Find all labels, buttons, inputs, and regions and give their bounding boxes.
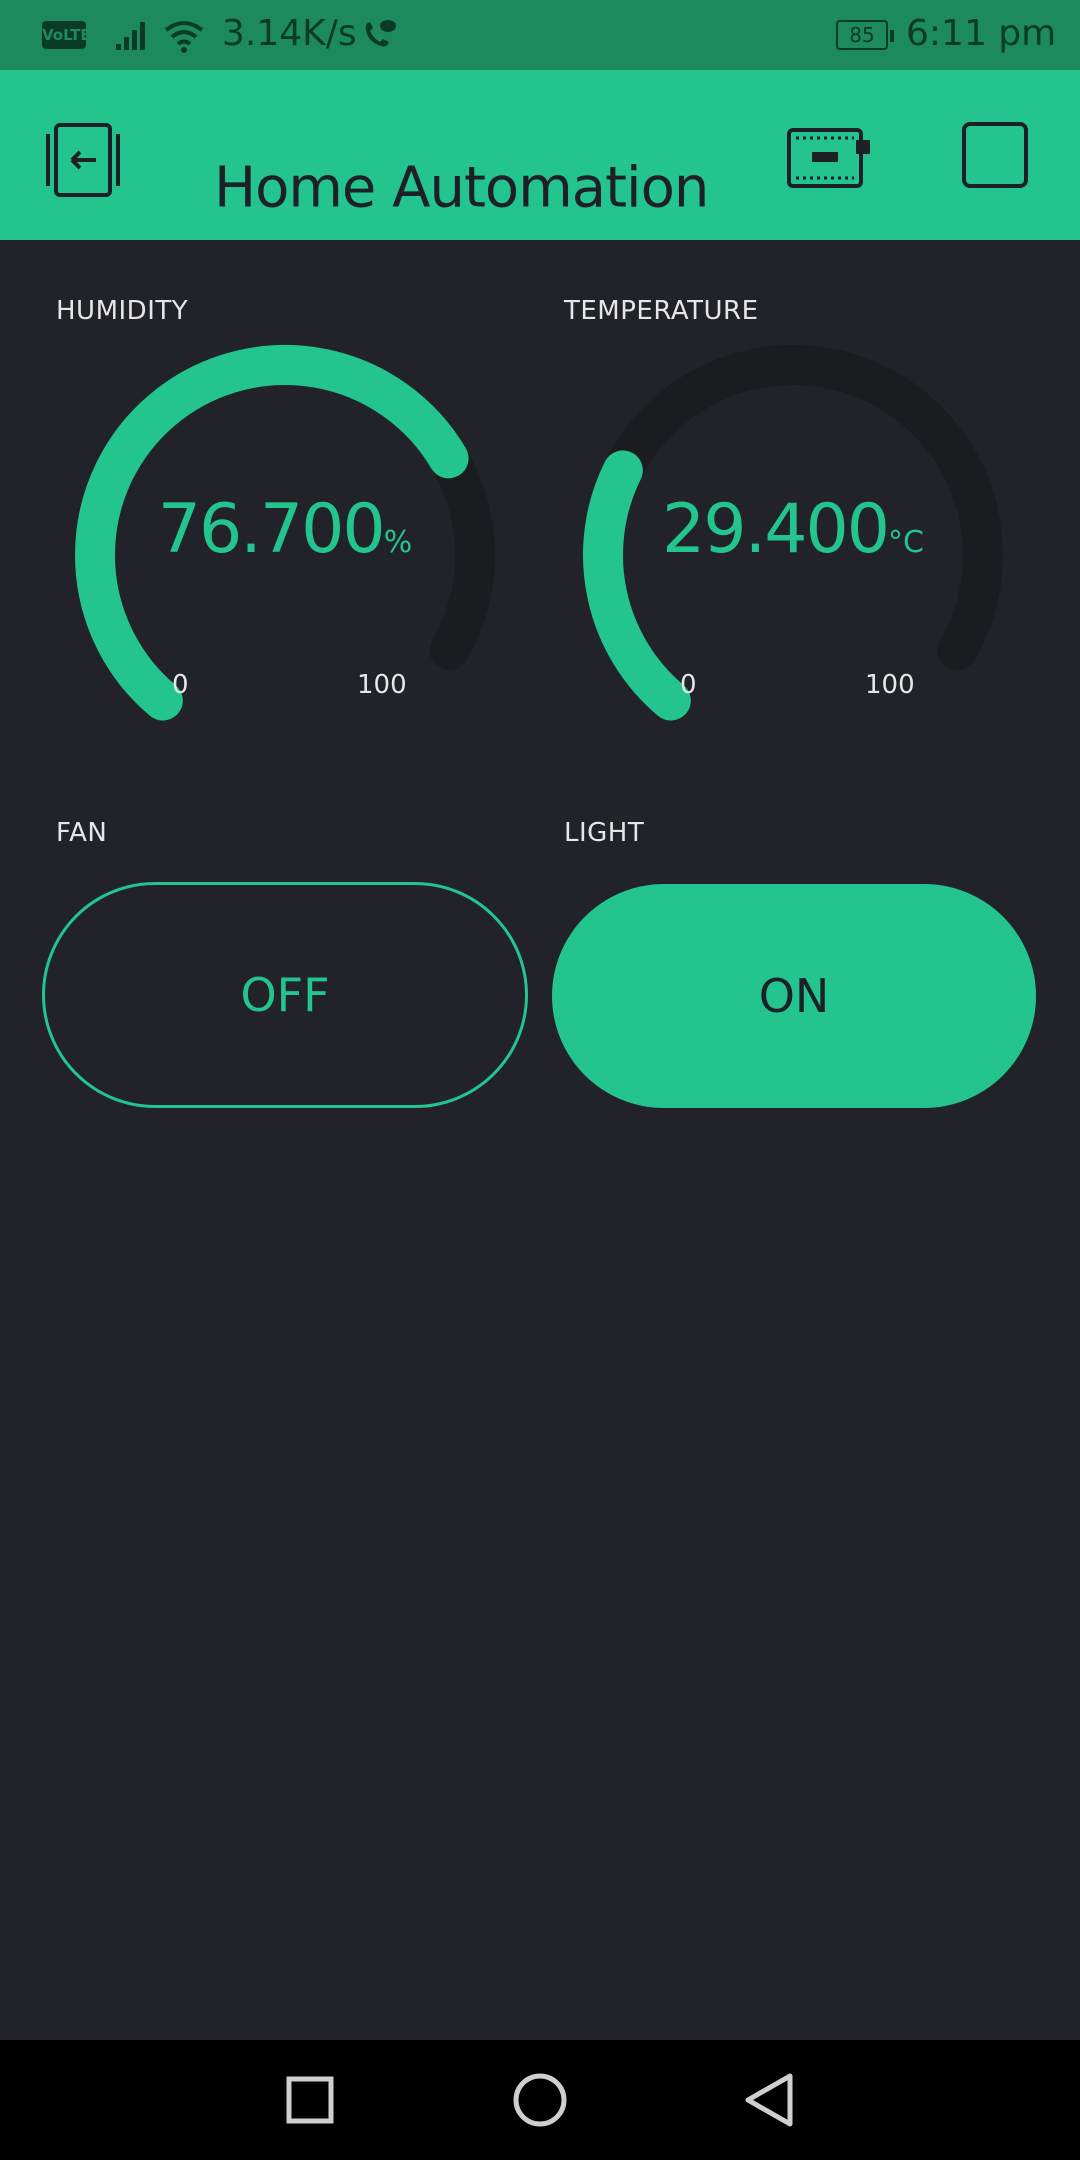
- light-toggle-button[interactable]: ON: [552, 884, 1036, 1108]
- network-speed: 3.14K/s: [222, 13, 357, 54]
- humidity-unit: %: [383, 525, 413, 560]
- volte-icon: VoLTE: [42, 21, 91, 49]
- temperature-gauge: 29.400°C 0 100: [578, 340, 1008, 740]
- temperature-min: 0: [680, 670, 697, 700]
- fan-toggle-button[interactable]: OFF: [42, 882, 528, 1108]
- battery-icon: 85: [836, 20, 894, 50]
- back-icon[interactable]: [710, 2040, 830, 2160]
- signal-icon: [116, 22, 145, 50]
- temperature-value: 29.400°C: [662, 490, 924, 569]
- fan-label: FAN: [56, 818, 108, 848]
- status-bar: VoLTE 3.14K/s 85 6:11 pm: [0, 0, 1080, 70]
- clock: 6:11 pm: [906, 13, 1057, 54]
- recents-icon[interactable]: [250, 2040, 370, 2160]
- temperature-max: 100: [865, 670, 915, 700]
- device-icon[interactable]: [786, 122, 878, 202]
- call-icon: [365, 20, 396, 47]
- navigation-bar: [0, 2040, 1080, 2160]
- humidity-max: 100: [357, 670, 407, 700]
- exit-icon[interactable]: [44, 122, 122, 200]
- stop-button[interactable]: [962, 122, 1028, 188]
- humidity-label: HUMIDITY: [56, 296, 189, 326]
- page-title: Home Automation: [214, 155, 709, 221]
- wifi-icon: [164, 21, 204, 53]
- humidity-gauge: 76.700% 0 100: [70, 340, 500, 740]
- humidity-value: 76.700%: [157, 490, 413, 569]
- home-icon[interactable]: [480, 2040, 600, 2160]
- humidity-min: 0: [172, 670, 189, 700]
- app-bar: Home Automation: [0, 70, 1080, 240]
- temperature-label: TEMPERATURE: [564, 296, 759, 326]
- temperature-unit: °C: [887, 525, 924, 560]
- light-label: LIGHT: [564, 818, 645, 848]
